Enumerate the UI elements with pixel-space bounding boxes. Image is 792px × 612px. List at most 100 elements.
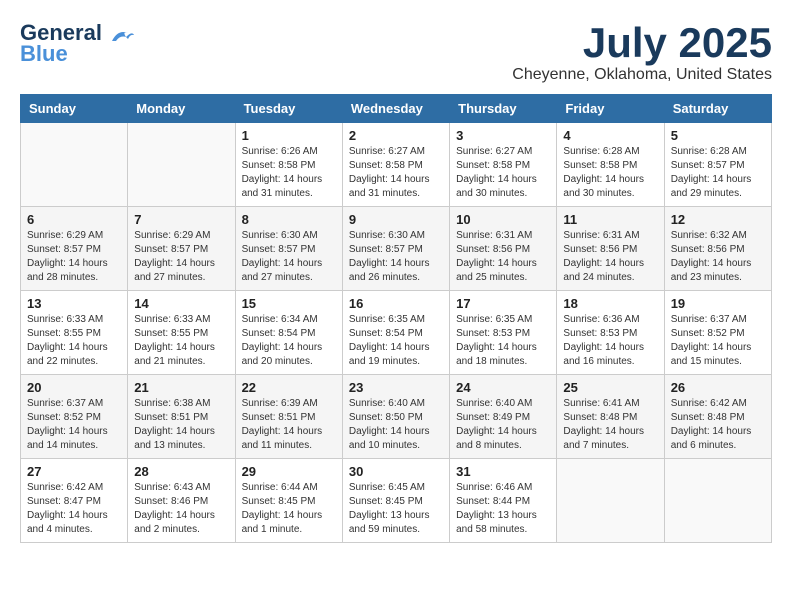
day-number: 13 [27,296,121,311]
calendar-cell: 26 Sunrise: 6:42 AMSunset: 8:48 PMDayligh… [664,375,771,459]
day-number: 1 [242,128,336,143]
calendar-cell: 12 Sunrise: 6:32 AMSunset: 8:56 PMDayligh… [664,207,771,291]
day-number: 19 [671,296,765,311]
title-section: July 2025 Cheyenne, Oklahoma, United Sta… [512,20,772,84]
location-title: Cheyenne, Oklahoma, United States [512,66,772,84]
calendar-week-4: 20 Sunrise: 6:37 AMSunset: 8:52 PMDayligh… [21,375,772,459]
day-number: 29 [242,464,336,479]
calendar-week-1: 1 Sunrise: 6:26 AMSunset: 8:58 PMDaylight… [21,123,772,207]
calendar-cell: 30 Sunrise: 6:45 AMSunset: 8:45 PMDayligh… [342,459,449,543]
calendar-cell: 25Sunrise: 6:41 AMSunset: 8:48 PMDayligh… [557,375,664,459]
day-info: Sunrise: 6:28 AMSunset: 8:57 PMDaylight:… [671,145,765,201]
logo-blue: Blue [20,41,68,67]
day-number: 20 [27,380,121,395]
day-number: 23 [349,380,443,395]
day-info: Sunrise: 6:31 AMSunset: 8:56 PMDaylight:… [456,229,550,285]
day-number: 11 [563,212,657,227]
day-info: Sunrise: 6:42 AMSunset: 8:48 PMDaylight:… [671,397,765,453]
day-info: Sunrise: 6:27 AMSunset: 8:58 PMDaylight:… [456,145,550,201]
day-number: 4 [563,128,657,143]
day-info: Sunrise: 6:31 AMSunset: 8:56 PMDaylight:… [563,229,657,285]
calendar-cell: 28Sunrise: 6:43 AMSunset: 8:46 PMDayligh… [128,459,235,543]
day-info: Sunrise: 6:36 AMSunset: 8:53 PMDaylight:… [563,313,657,369]
day-info: Sunrise: 6:41 AMSunset: 8:48 PMDaylight:… [563,397,657,453]
logo: General Blue [20,20,136,67]
day-number: 21 [134,380,228,395]
day-number: 18 [563,296,657,311]
day-info: Sunrise: 6:33 AMSunset: 8:55 PMDaylight:… [27,313,121,369]
day-number: 27 [27,464,121,479]
calendar-cell: 9Sunrise: 6:30 AMSunset: 8:57 PMDaylight… [342,207,449,291]
day-info: Sunrise: 6:37 AMSunset: 8:52 PMDaylight:… [27,397,121,453]
calendar-cell [128,123,235,207]
calendar-cell: 6Sunrise: 6:29 AMSunset: 8:57 PMDaylight… [21,207,128,291]
calendar-cell: 18 Sunrise: 6:36 AMSunset: 8:53 PMDayligh… [557,291,664,375]
calendar-cell: 15Sunrise: 6:34 AMSunset: 8:54 PMDayligh… [235,291,342,375]
day-number: 3 [456,128,550,143]
calendar-cell: 31 Sunrise: 6:46 AMSunset: 8:44 PMDayligh… [450,459,557,543]
calendar-cell: 2 Sunrise: 6:27 AMSunset: 8:58 PMDaylight… [342,123,449,207]
day-number: 14 [134,296,228,311]
calendar-week-2: 6Sunrise: 6:29 AMSunset: 8:57 PMDaylight… [21,207,772,291]
day-number: 10 [456,212,550,227]
calendar-cell: 16Sunrise: 6:35 AMSunset: 8:54 PMDayligh… [342,291,449,375]
day-info: Sunrise: 6:35 AMSunset: 8:53 PMDaylight:… [456,313,550,369]
day-number: 30 [349,464,443,479]
calendar-cell: 11 Sunrise: 6:31 AMSunset: 8:56 PMDayligh… [557,207,664,291]
day-number: 15 [242,296,336,311]
calendar-cell: 4 Sunrise: 6:28 AMSunset: 8:58 PMDaylight… [557,123,664,207]
calendar-week-5: 27 Sunrise: 6:42 AMSunset: 8:47 PMDayligh… [21,459,772,543]
day-number: 2 [349,128,443,143]
day-number: 26 [671,380,765,395]
day-number: 31 [456,464,550,479]
day-info: Sunrise: 6:35 AMSunset: 8:54 PMDaylight:… [349,313,443,369]
day-info: Sunrise: 6:43 AMSunset: 8:46 PMDaylight:… [134,481,228,537]
day-info: Sunrise: 6:37 AMSunset: 8:52 PMDaylight:… [671,313,765,369]
calendar-cell: 3 Sunrise: 6:27 AMSunset: 8:58 PMDaylight… [450,123,557,207]
day-info: Sunrise: 6:45 AMSunset: 8:45 PMDaylight:… [349,481,443,537]
logo-bird-icon [108,27,136,45]
calendar-cell: 24Sunrise: 6:40 AMSunset: 8:49 PMDayligh… [450,375,557,459]
day-number: 24 [456,380,550,395]
calendar-cell: 5 Sunrise: 6:28 AMSunset: 8:57 PMDaylight… [664,123,771,207]
calendar-cell: 7 Sunrise: 6:29 AMSunset: 8:57 PMDaylight… [128,207,235,291]
weekday-header-thursday: Thursday [450,95,557,123]
day-info: Sunrise: 6:33 AMSunset: 8:55 PMDaylight:… [134,313,228,369]
day-number: 12 [671,212,765,227]
calendar-cell: 10 Sunrise: 6:31 AMSunset: 8:56 PMDayligh… [450,207,557,291]
header: General Blue July 2025 Cheyenne, Oklahom… [20,20,772,84]
day-info: Sunrise: 6:39 AMSunset: 8:51 PMDaylight:… [242,397,336,453]
weekday-header-monday: Monday [128,95,235,123]
day-info: Sunrise: 6:27 AMSunset: 8:58 PMDaylight:… [349,145,443,201]
calendar-week-3: 13 Sunrise: 6:33 AMSunset: 8:55 PMDayligh… [21,291,772,375]
day-number: 7 [134,212,228,227]
day-info: Sunrise: 6:30 AMSunset: 8:57 PMDaylight:… [242,229,336,285]
calendar-cell [664,459,771,543]
calendar-cell: 22 Sunrise: 6:39 AMSunset: 8:51 PMDayligh… [235,375,342,459]
weekday-header-sunday: Sunday [21,95,128,123]
calendar-cell: 14 Sunrise: 6:33 AMSunset: 8:55 PMDayligh… [128,291,235,375]
calendar-cell: 21Sunrise: 6:38 AMSunset: 8:51 PMDayligh… [128,375,235,459]
day-info: Sunrise: 6:29 AMSunset: 8:57 PMDaylight:… [134,229,228,285]
calendar-cell: 8 Sunrise: 6:30 AMSunset: 8:57 PMDaylight… [235,207,342,291]
calendar-cell: 20 Sunrise: 6:37 AMSunset: 8:52 PMDayligh… [21,375,128,459]
day-info: Sunrise: 6:46 AMSunset: 8:44 PMDaylight:… [456,481,550,537]
day-info: Sunrise: 6:28 AMSunset: 8:58 PMDaylight:… [563,145,657,201]
day-info: Sunrise: 6:32 AMSunset: 8:56 PMDaylight:… [671,229,765,285]
day-info: Sunrise: 6:44 AMSunset: 8:45 PMDaylight:… [242,481,336,537]
day-number: 22 [242,380,336,395]
weekday-header-row: SundayMondayTuesdayWednesdayThursdayFrid… [21,95,772,123]
day-info: Sunrise: 6:29 AMSunset: 8:57 PMDaylight:… [27,229,121,285]
day-number: 8 [242,212,336,227]
day-info: Sunrise: 6:30 AMSunset: 8:57 PMDaylight:… [349,229,443,285]
day-info: Sunrise: 6:42 AMSunset: 8:47 PMDaylight:… [27,481,121,537]
day-info: Sunrise: 6:40 AMSunset: 8:50 PMDaylight:… [349,397,443,453]
weekday-header-wednesday: Wednesday [342,95,449,123]
day-info: Sunrise: 6:26 AMSunset: 8:58 PMDaylight:… [242,145,336,201]
calendar-cell [21,123,128,207]
day-number: 5 [671,128,765,143]
weekday-header-friday: Friday [557,95,664,123]
calendar-cell: 17Sunrise: 6:35 AMSunset: 8:53 PMDayligh… [450,291,557,375]
calendar-cell: 1 Sunrise: 6:26 AMSunset: 8:58 PMDaylight… [235,123,342,207]
month-year-title: July 2025 [512,20,772,66]
